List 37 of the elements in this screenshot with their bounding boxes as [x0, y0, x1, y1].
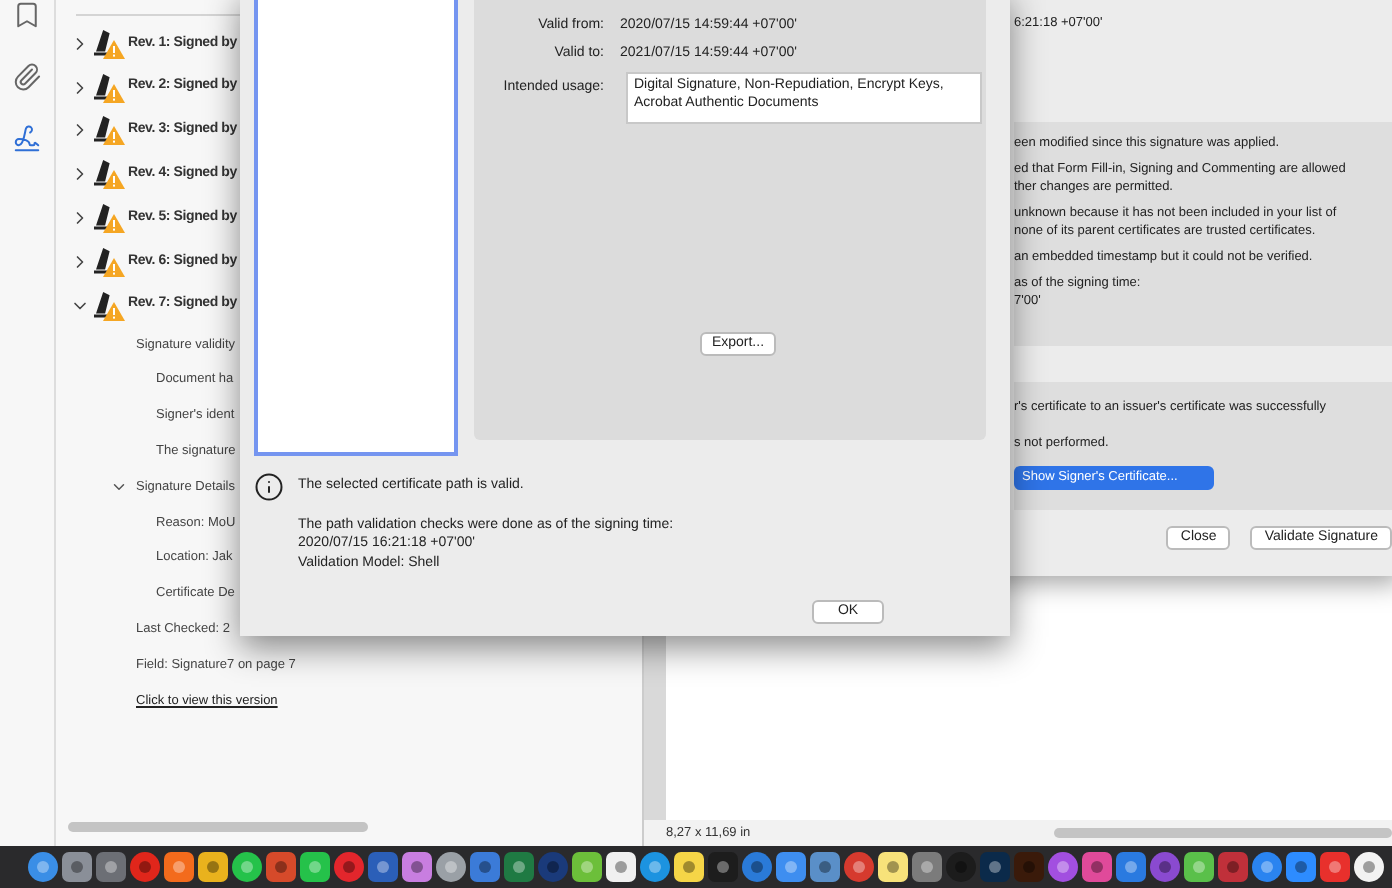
- app-icon[interactable]: [1184, 852, 1214, 882]
- signature-warning-icon: [92, 202, 126, 235]
- scrollbar-thumb[interactable]: [1054, 828, 1392, 838]
- signature-warning-icon: [92, 71, 126, 104]
- app-icon[interactable]: [198, 852, 228, 882]
- signature-warning-icon: [92, 27, 126, 60]
- certificate-list[interactable]: [254, 0, 458, 456]
- app-icon[interactable]: [878, 852, 908, 882]
- app-icon[interactable]: [776, 852, 806, 882]
- app-icon[interactable]: [402, 852, 432, 882]
- app-icon[interactable]: [504, 852, 534, 882]
- signature-warning-icon: [92, 289, 126, 322]
- app-icon[interactable]: [674, 852, 704, 882]
- paperclip-icon[interactable]: [12, 62, 42, 92]
- app-icon[interactable]: [436, 852, 466, 882]
- signature-warning-icon: [92, 245, 126, 278]
- app-icon[interactable]: [28, 852, 58, 882]
- app-icon[interactable]: [300, 852, 330, 882]
- app-icon[interactable]: [1048, 852, 1078, 882]
- signature-warning-icon: [92, 114, 126, 147]
- app-icon[interactable]: [1116, 852, 1146, 882]
- signature-icon[interactable]: [12, 124, 42, 154]
- app-icon[interactable]: [1320, 852, 1350, 882]
- app-icon[interactable]: [606, 852, 636, 882]
- app-icon[interactable]: [912, 852, 942, 882]
- app-icon[interactable]: [1252, 852, 1282, 882]
- app-icon[interactable]: [164, 852, 194, 882]
- app-icon[interactable]: [1354, 852, 1384, 882]
- app-icon[interactable]: [844, 852, 874, 882]
- info-icon: [254, 472, 284, 502]
- scrollbar-thumb[interactable]: [68, 822, 368, 832]
- signature-warning-icon: [92, 158, 126, 191]
- app-icon[interactable]: [640, 852, 670, 882]
- app-icon[interactable]: [96, 852, 126, 882]
- app-icon[interactable]: [572, 852, 602, 882]
- app-icon[interactable]: [232, 852, 262, 882]
- bookmark-icon[interactable]: [12, 0, 42, 30]
